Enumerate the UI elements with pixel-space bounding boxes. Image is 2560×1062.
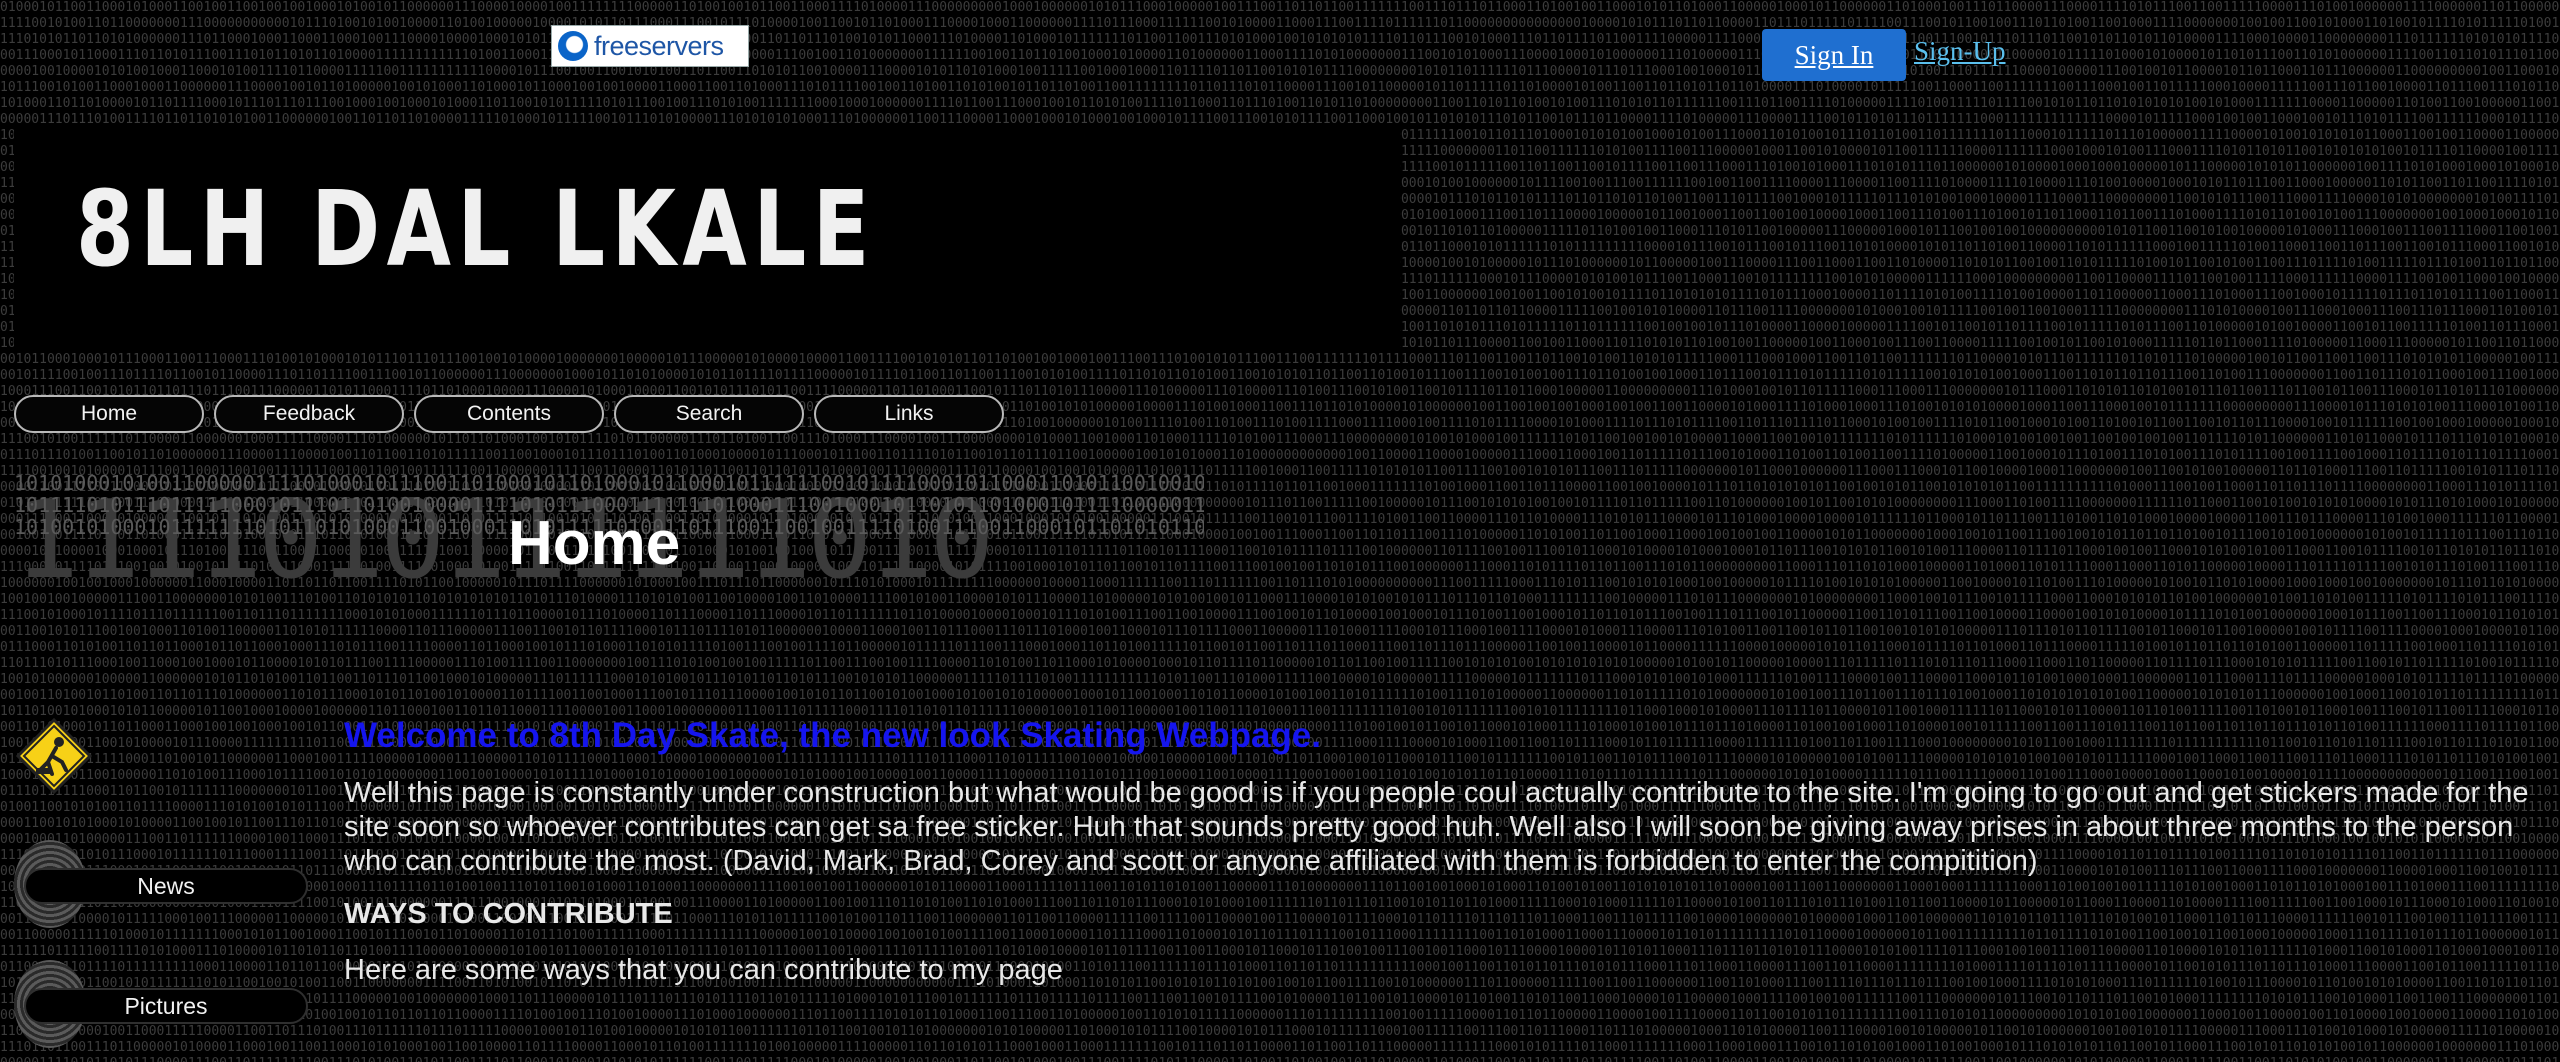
sidebar-item-pictures-label[interactable]: Pictures — [24, 988, 308, 1024]
nav-home-button[interactable]: Home — [14, 395, 204, 433]
page-heading-banner: 1111010111111010 10101000101001100000111… — [0, 468, 1205, 628]
banner-title: 8LH DAL LKALE — [76, 168, 876, 290]
ways-intro-text: Here are some ways that you can contribu… — [344, 954, 1063, 986]
sidebar-item-pictures[interactable]: Pictures — [14, 960, 308, 1048]
sign-in-button[interactable]: Sign In — [1762, 29, 1906, 81]
sidebar-item-news[interactable]: News — [14, 840, 308, 928]
site-banner: 8LH DAL LKALE — [14, 128, 1400, 350]
sidebar-item-news-label[interactable]: News — [24, 868, 308, 904]
freeservers-logo-icon — [558, 31, 588, 61]
nav-links-button[interactable]: Links — [814, 395, 1004, 433]
freeservers-logo-text: freeservers — [594, 30, 724, 61]
freeservers-logo[interactable]: freeservers — [551, 25, 749, 67]
sign-up-link[interactable]: Sign-Up — [1914, 36, 2006, 67]
nav-feedback-button[interactable]: Feedback — [214, 395, 404, 433]
nav-contents-button[interactable]: Contents — [414, 395, 604, 433]
page-title: Home — [508, 509, 681, 578]
main-content: Welcome to 8th Day Skate, the new look S… — [344, 716, 2544, 1007]
welcome-heading: Welcome to 8th Day Skate, the new look S… — [344, 716, 1321, 755]
main-nav: Home Feedback Contents Search Links — [14, 395, 1004, 433]
nav-search-button[interactable]: Search — [614, 395, 804, 433]
ways-to-contribute-heading: WAYS TO CONTRIBUTE — [344, 898, 673, 930]
construction-warning-icon — [15, 717, 93, 795]
intro-paragraph: Well this page is constantly under const… — [344, 777, 2529, 877]
